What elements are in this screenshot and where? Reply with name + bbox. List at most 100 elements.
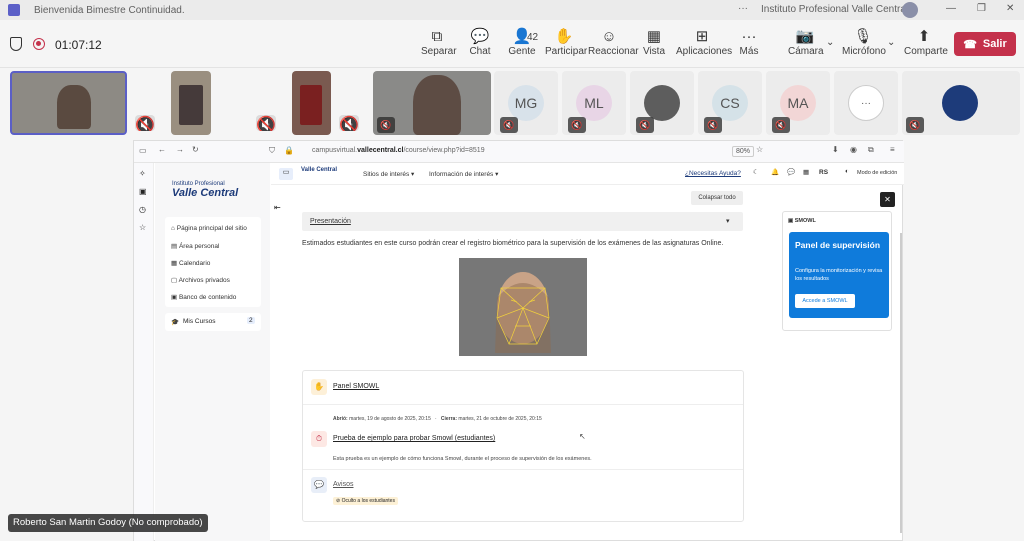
participant-tile[interactable]: 🔇 <box>630 71 694 135</box>
close-drawer-button[interactable]: ✕ <box>880 192 895 207</box>
lms-brand-logo[interactable]: Instituto Profesional Valle Central <box>172 181 238 199</box>
supervision-panel-card: Panel de supervisión Configura la monito… <box>789 232 889 318</box>
participant-video <box>57 85 91 129</box>
browser-toolbar: ▭ ← → ↻ ⛉ 🔒 campusvirtual.vallecentral.c… <box>134 141 904 163</box>
mic-muted-icon: 🔇 <box>339 115 359 131</box>
mic-off-icon: 🎙 <box>853 28 873 45</box>
grid-apps-icon[interactable]: ▦ <box>803 168 809 176</box>
download-icon[interactable]: ⬇ <box>832 145 839 154</box>
react-button[interactable]: ☺ Reaccionar <box>588 28 639 57</box>
participant-tile[interactable]: MG 🔇 <box>494 71 558 135</box>
zoom-level[interactable]: 80% <box>732 146 755 157</box>
nav-item-dashboard[interactable]: ▤ Área personal <box>171 242 219 250</box>
institution-logo-avatar <box>942 85 978 121</box>
activity-announcements-link[interactable]: Avisos <box>333 481 354 488</box>
user-menu[interactable]: RS <box>819 169 828 176</box>
access-smowl-button[interactable]: Accede a SMOWL <box>795 294 855 308</box>
chat-icon: 💬 <box>470 28 490 45</box>
nav-item-home[interactable]: ⌂ Página principal del sitio <box>171 225 247 232</box>
microphone-button[interactable]: 🎙 Micrófono <box>842 28 886 57</box>
section-header[interactable]: Presentación ▾ <box>302 212 743 231</box>
recording-icon[interactable] <box>33 38 45 50</box>
mic-muted-icon: 🔇 <box>772 117 790 133</box>
activity-quiz-link[interactable]: Prueba de ejemplo para probar Smowl (est… <box>333 435 495 442</box>
participant-tile[interactable]: 🔇 <box>373 71 491 135</box>
minimize-icon[interactable]: — <box>946 3 956 14</box>
mic-muted-icon: 🔇 <box>256 115 276 131</box>
participant-tile[interactable]: MA 🔇 <box>766 71 830 135</box>
people-button[interactable]: 👤 Gente 42 <box>505 28 539 57</box>
menu-information-of-interest[interactable]: Información de interés ▾ <box>429 170 498 178</box>
participant-tile[interactable] <box>292 71 331 135</box>
section-intro-text: Estimados estudiantes en este curso podr… <box>302 240 724 247</box>
forward-icon[interactable]: → <box>176 145 184 154</box>
menu-sites-of-interest[interactable]: Sitios de interés ▾ <box>363 170 414 178</box>
apps-button[interactable]: ⊞ Aplicaciones <box>676 28 732 57</box>
participant-tile[interactable] <box>171 71 211 135</box>
course-index-toggle-icon[interactable]: ⇤ <box>274 203 281 212</box>
restore-icon[interactable]: ❐ <box>977 3 986 14</box>
dark-mode-icon[interactable]: ☾ <box>753 168 759 176</box>
tabs-icon[interactable]: ▣ <box>139 187 147 196</box>
view-button[interactable]: ▦ Vista <box>640 28 668 57</box>
nav-item-content-bank[interactable]: ▣ Banco de contenido <box>171 293 236 301</box>
raise-hand-button[interactable]: ✋ Participar <box>545 28 587 57</box>
raise-hand-icon: ✋ <box>554 28 574 45</box>
camera-button[interactable]: 📷 Cámara <box>788 28 824 57</box>
share-icon: ⬆ <box>917 28 931 45</box>
chevron-down-icon: ▾ <box>726 218 730 225</box>
extensions-icon[interactable]: ⧉ <box>868 145 874 155</box>
hidden-from-students-badge: ⊘ Oculto a los estudiantes <box>333 497 398 505</box>
mic-muted-icon: 🔇 <box>500 117 518 133</box>
phone-hangup-icon: ☎ <box>963 38 977 51</box>
account-icon[interactable]: ◉ <box>850 145 857 154</box>
notifications-icon[interactable]: 🔔 <box>771 168 779 176</box>
shield-icon[interactable] <box>10 37 22 51</box>
participant-tile[interactable]: 🔇 <box>902 71 1020 135</box>
reload-icon[interactable]: ↻ <box>192 145 199 154</box>
bookmark-star-icon[interactable]: ☆ <box>756 145 763 154</box>
panel-title: Panel de supervisión <box>795 240 881 250</box>
participant-video <box>300 85 322 125</box>
history-icon[interactable]: ◷ <box>139 205 146 214</box>
drawer-toggle-icon[interactable]: ▭ <box>279 168 293 180</box>
more-participants-tile[interactable]: ··· <box>834 71 898 135</box>
nav-item-calendar[interactable]: ▦ Calendario <box>171 259 210 267</box>
activity-panel-smowl-link[interactable]: Panel SMOWL <box>333 383 379 390</box>
ellipsis-icon[interactable]: ··· <box>738 3 748 14</box>
lock-icon: 🔒 <box>284 146 294 155</box>
camera-options-chevron-icon[interactable]: ⌄ <box>826 37 834 48</box>
quiz-icon: ⏱ <box>311 431 327 447</box>
my-courses-item[interactable]: 🎓 Mis Cursos 2 <box>165 313 261 331</box>
scrollbar[interactable] <box>900 233 902 533</box>
collapse-all-button[interactable]: Colapsar todo <box>691 191 743 205</box>
address-bar[interactable]: campusvirtual.vallecentral.cl/course/vie… <box>312 147 485 154</box>
shield-icon[interactable]: ⛉ <box>269 146 275 156</box>
close-window-icon[interactable]: ✕ <box>1006 3 1014 14</box>
chat-button[interactable]: 💬 Chat <box>466 28 494 57</box>
more-button[interactable]: ··· Más <box>737 28 761 57</box>
back-icon[interactable]: ← <box>158 145 166 154</box>
sidebar-toggle-icon[interactable]: ▭ <box>139 146 147 155</box>
pop-out-button[interactable]: ⧉ Separar <box>421 28 457 57</box>
bookmarks-icon[interactable]: ☆ <box>139 223 146 232</box>
share-button[interactable]: ⬆ Comparte <box>904 28 948 57</box>
lms-top-logo[interactable]: Valle Central <box>301 167 337 173</box>
sparkle-icon[interactable]: ✧ <box>139 169 146 178</box>
leave-button[interactable]: ☎ Salir <box>954 32 1016 56</box>
mic-options-chevron-icon[interactable]: ⌄ <box>887 37 895 48</box>
menu-icon[interactable]: ≡ <box>890 145 895 154</box>
more-icon: ··· <box>741 28 757 45</box>
participant-tile[interactable]: ML 🔇 <box>562 71 626 135</box>
account-avatar[interactable] <box>902 2 918 18</box>
messages-icon[interactable]: 💬 <box>787 168 795 176</box>
participant-avatar: ML <box>576 85 612 121</box>
help-link[interactable]: ¿Necesitas Ayuda? <box>685 170 741 177</box>
panel-description: Configura la monitorización y revisa los… <box>795 268 883 282</box>
mic-muted-icon: 🔇 <box>135 115 155 131</box>
title-bar: Bienvenida Bimestre Continuidad. ··· Ins… <box>0 0 1024 20</box>
edit-mode-toggle[interactable]: ◐ <box>845 168 849 175</box>
participant-tile[interactable] <box>10 71 127 135</box>
nav-item-private-files[interactable]: ▢ Archivos privados <box>171 276 230 284</box>
participant-tile[interactable]: CS 🔇 <box>698 71 762 135</box>
